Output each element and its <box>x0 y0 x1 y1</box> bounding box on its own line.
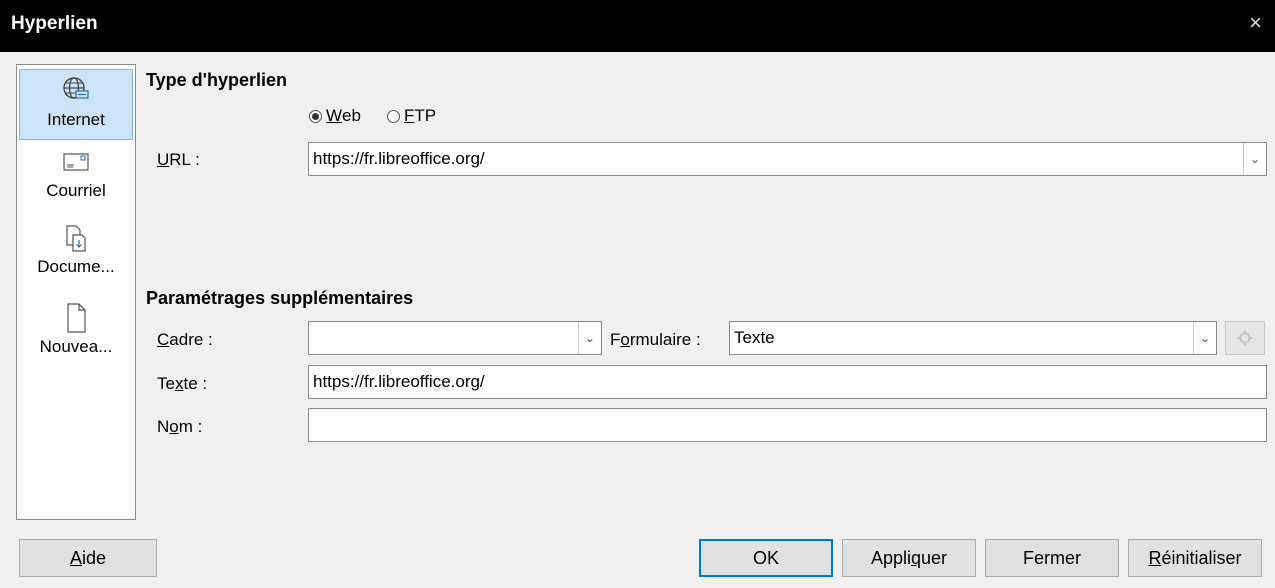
text-value: https://fr.libreoffice.org/ <box>313 372 485 391</box>
further-settings-heading: Paramétrages supplémentaires <box>146 288 414 308</box>
reset-accel: R <box>1148 547 1162 568</box>
sidebar-item-label: Nouvea... <box>39 337 113 356</box>
help-button[interactable]: Aide <box>19 539 157 577</box>
sidebar-item-internet[interactable]: Internet <box>19 69 133 140</box>
hyperlink-type-sidebar: Internet Courriel Docume... Nouvea... <box>16 64 136 520</box>
mail-icon <box>63 153 89 171</box>
document-icon <box>66 225 86 252</box>
apply-accel: q <box>911 547 922 568</box>
radio-ftp-label: TP <box>414 106 437 125</box>
radio-web-accel: W <box>326 106 343 125</box>
url-label-text: RL : <box>169 150 200 169</box>
frame-label-accel: C <box>157 330 170 349</box>
name-label-pre: N <box>157 417 170 436</box>
frame-label-text: adre : <box>169 330 213 349</box>
sidebar-item-label: Docume... <box>37 257 115 276</box>
new-document-icon <box>67 303 86 333</box>
help-accel: A <box>69 547 82 568</box>
radio-ftp-accel: F <box>404 106 415 125</box>
window-title: Hyperlien <box>11 13 98 34</box>
sidebar-item-label: Internet <box>47 110 105 129</box>
help-label: ide <box>81 547 107 568</box>
apply-label: uer <box>921 547 948 568</box>
name-label-accel: o <box>169 417 179 436</box>
url-label-accel: U <box>157 150 170 169</box>
ok-label: OK <box>752 547 779 568</box>
hyperlink-type-heading: Type d'hyperlien <box>146 70 287 90</box>
text-label-text: te : <box>183 374 208 393</box>
text-field[interactable]: https://fr.libreoffice.org/ <box>308 365 1267 399</box>
events-button[interactable] <box>1225 321 1265 355</box>
chevron-down-icon[interactable]: ⌄ <box>1193 322 1216 354</box>
chevron-down-icon[interactable]: ⌄ <box>578 322 601 354</box>
url-combobox[interactable]: https://fr.libreoffice.org/ ⌄ <box>308 142 1267 176</box>
radio-web-indicator <box>309 109 322 123</box>
frame-label: Cadre : <box>157 330 213 350</box>
radio-web-label: eb <box>342 106 361 125</box>
text-label-pre: Te <box>157 374 175 393</box>
radio-ftp[interactable]: F TP <box>387 106 436 126</box>
reset-button[interactable]: Réinitialiser <box>1128 539 1262 577</box>
sidebar-item-label: Courriel <box>46 181 106 200</box>
name-label-text: m : <box>178 417 203 436</box>
close-label: Fermer <box>1023 547 1081 568</box>
radio-web[interactable]: Web <box>309 106 361 126</box>
chevron-down-icon[interactable]: ⌄ <box>1243 143 1266 175</box>
form-label-accel: o <box>620 330 630 349</box>
sidebar-item-new-document[interactable]: Nouvea... <box>19 301 133 375</box>
sidebar-item-mail[interactable]: Courriel <box>19 145 133 217</box>
apply-label-pre: Appli <box>870 547 911 568</box>
ok-button[interactable]: OK <box>699 539 833 577</box>
apply-button[interactable]: Appli q uer <box>842 539 976 577</box>
url-label: URL : <box>157 150 200 170</box>
form-label-text: rmulaire : <box>629 330 701 349</box>
name-label: Nom : <box>157 417 202 437</box>
close-button[interactable]: Fermer <box>985 539 1119 577</box>
reset-label: éinitialiser <box>1161 547 1242 568</box>
close-icon[interactable]: × <box>1249 12 1262 34</box>
gear-icon <box>1237 330 1253 346</box>
form-select[interactable]: Texte ⌄ <box>729 321 1217 355</box>
title-bar: Hyperlien × <box>0 0 1275 52</box>
globe-icon <box>63 77 89 99</box>
frame-combobox[interactable]: ⌄ <box>308 321 602 355</box>
url-value: https://fr.libreoffice.org/ <box>313 149 485 168</box>
radio-ftp-indicator <box>387 109 400 123</box>
form-label-pre: F <box>610 330 621 349</box>
text-label: Texte : <box>157 374 207 394</box>
name-field[interactable] <box>308 408 1267 442</box>
form-value: Texte <box>734 328 775 347</box>
sidebar-item-document[interactable]: Docume... <box>19 221 133 297</box>
form-label: Formulaire : <box>610 330 701 350</box>
